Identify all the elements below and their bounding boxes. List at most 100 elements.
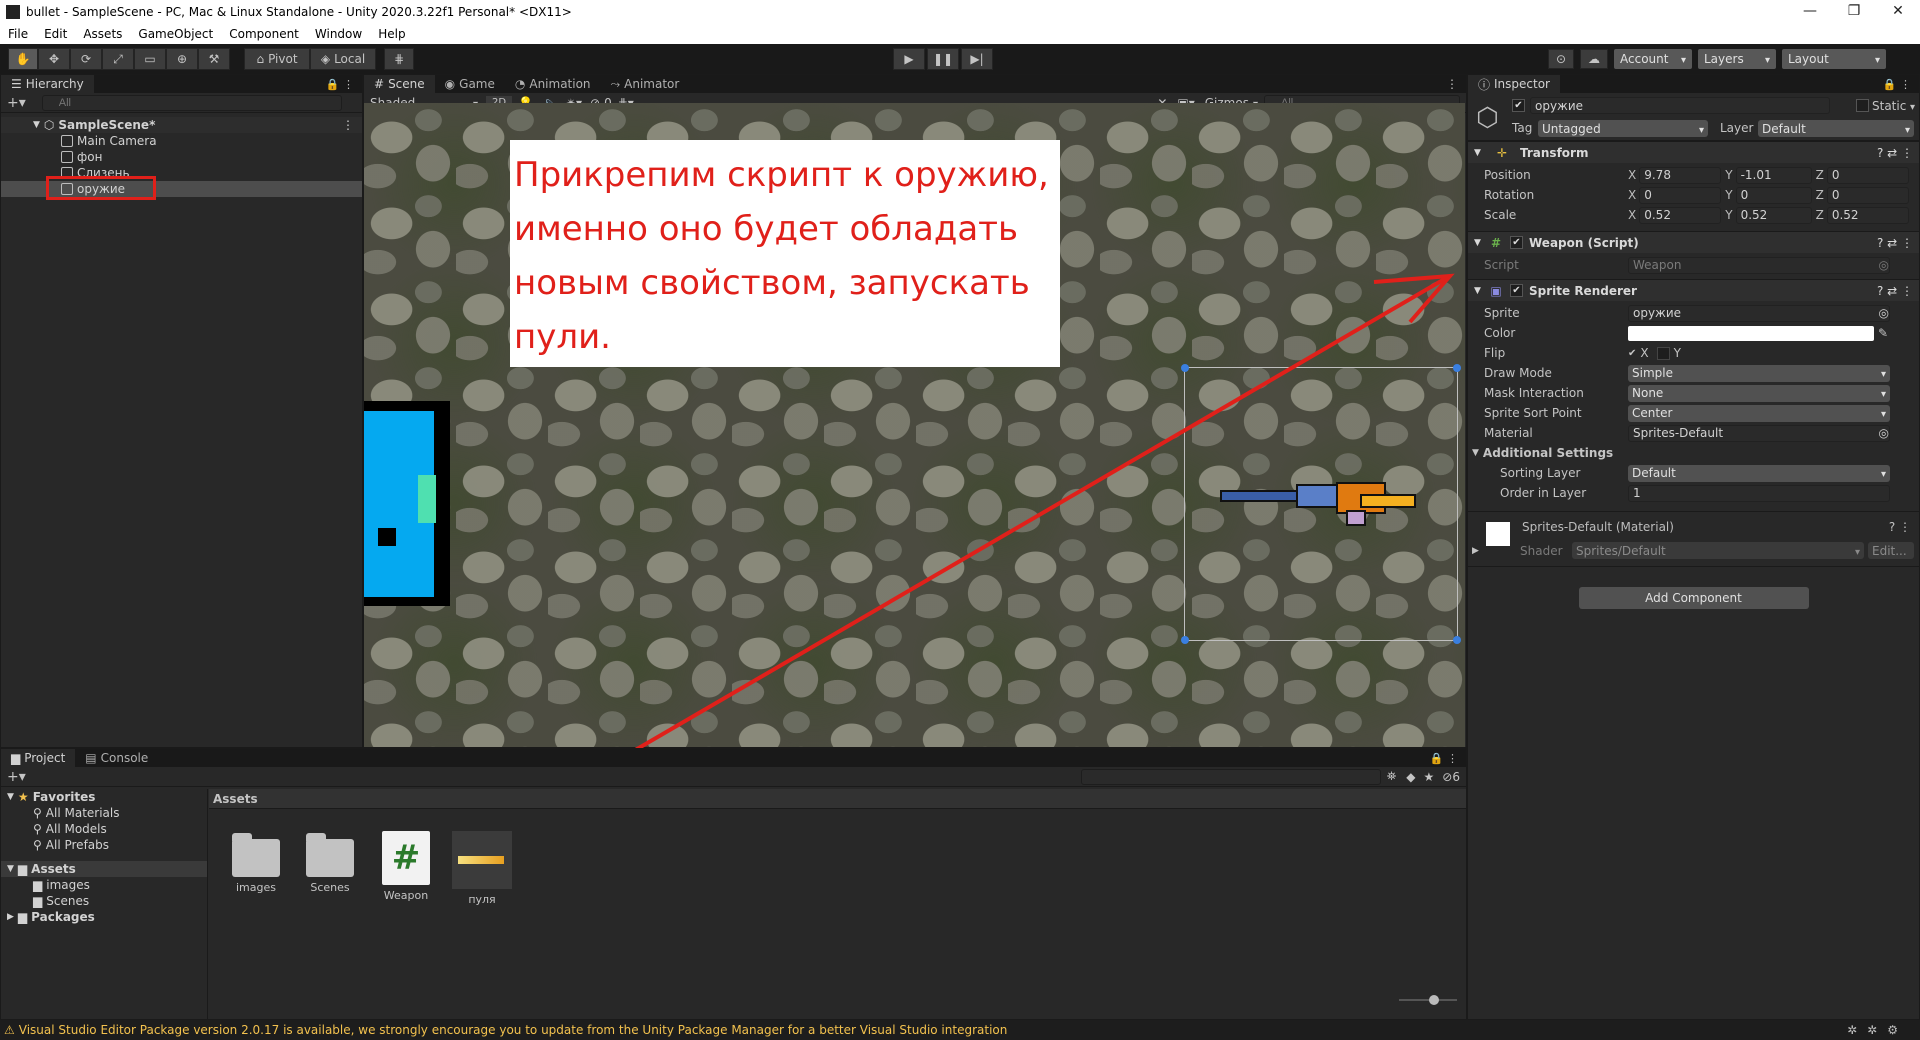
position-x-field[interactable]: 9.78	[1639, 166, 1722, 184]
create-asset-button[interactable]: +▾	[1, 769, 32, 785]
menu-window[interactable]: Window	[307, 24, 370, 44]
additional-settings-foldout[interactable]: ▼ Additional Settings	[1468, 443, 1919, 463]
sprite-field[interactable]: оружие ◎	[1628, 304, 1890, 322]
add-component-button[interactable]: Add Component	[1578, 587, 1809, 609]
scene-root-item[interactable]: ▼ ⬡ SampleScene* ⋮	[1, 117, 362, 133]
tab-animator[interactable]: ⤳ Animator	[600, 75, 690, 93]
pivot-toggle[interactable]: ⌂ Pivot	[244, 48, 310, 70]
minimize-button[interactable]: —	[1788, 0, 1832, 24]
scale-y-field[interactable]: 0.52	[1735, 206, 1812, 224]
expand-arrow-icon[interactable]: ▶	[1472, 546, 1479, 556]
expand-arrow-icon[interactable]: ▶	[7, 912, 14, 922]
transform-tool-icon[interactable]: ⊕	[166, 48, 198, 70]
position-z-field[interactable]: 0	[1826, 166, 1909, 184]
hierarchy-item-fon[interactable]: фон	[1, 149, 362, 165]
menu-component[interactable]: Component	[221, 24, 307, 44]
scene-viewport[interactable]: Прикрепим скрипт к оружию, именно оно бу…	[364, 103, 1465, 747]
tab-animation[interactable]: ◔ Animation	[504, 75, 601, 93]
menu-gameobject[interactable]: GameObject	[130, 24, 221, 44]
order-field[interactable]: 1	[1628, 484, 1890, 502]
menu-edit[interactable]: Edit	[36, 24, 75, 44]
account-dropdown[interactable]: Account	[1614, 49, 1692, 69]
draw-mode-dropdown[interactable]: Simple	[1628, 364, 1890, 382]
transform-header[interactable]: ▼ ✛ Transform ? ⇄ ⋮	[1468, 141, 1919, 163]
active-checkbox[interactable]: ✔	[1512, 99, 1525, 112]
layers-dropdown[interactable]: Layers	[1698, 49, 1776, 69]
menu-file[interactable]: File	[0, 24, 36, 44]
play-button[interactable]: ▶	[893, 48, 925, 70]
component-menu-icons[interactable]: ? ⇄ ⋮	[1877, 236, 1919, 250]
menu-help[interactable]: Help	[370, 24, 413, 44]
tab-project[interactable]: ▆ Project	[1, 749, 76, 767]
collab-icon[interactable]: ⊙	[1548, 49, 1574, 69]
add-object-button[interactable]: +▾	[1, 95, 32, 111]
layer-dropdown[interactable]: Default	[1758, 120, 1914, 137]
status-icons[interactable]: ✲✲⚙	[1847, 1023, 1920, 1037]
flip-y-checkbox[interactable]	[1656, 346, 1670, 360]
expand-arrow-icon[interactable]: ▼	[1468, 286, 1484, 296]
favorite-all-prefabs[interactable]: ⚲ All Prefabs	[1, 837, 207, 853]
color-swatch[interactable]	[1628, 325, 1874, 341]
hidden-packages-icon[interactable]: ⊘6	[1438, 770, 1466, 784]
asset-item-weapon-script[interactable]: # Weapon	[371, 831, 441, 902]
tab-scene[interactable]: # Scene	[364, 75, 435, 93]
eyedropper-icon[interactable]: ✎	[1878, 326, 1888, 340]
custom-tool-icon[interactable]: ⚒	[198, 48, 230, 70]
flip-x-checkbox[interactable]: ✔	[1628, 348, 1636, 359]
expand-arrow-icon[interactable]: ▼	[1472, 448, 1479, 458]
tab-console[interactable]: ▤ Console	[75, 749, 159, 767]
step-button[interactable]: ▶|	[961, 48, 993, 70]
layout-dropdown[interactable]: Layout	[1782, 49, 1886, 69]
favorite-all-materials[interactable]: ⚲ All Materials	[1, 805, 207, 821]
assets-root-item[interactable]: ▼ ▆ Assets	[1, 861, 207, 877]
status-message[interactable]: Visual Studio Editor Package version 2.0…	[19, 1023, 1008, 1037]
sorting-layer-dropdown[interactable]: Default	[1628, 464, 1890, 482]
sprite-renderer-header[interactable]: ▼ ▣ ✔ Sprite Renderer ? ⇄ ⋮	[1468, 279, 1919, 301]
tag-dropdown[interactable]: Untagged	[1538, 120, 1708, 137]
rotate-tool-icon[interactable]: ⟳	[70, 48, 102, 70]
scale-tool-icon[interactable]: ⤢	[102, 48, 134, 70]
component-menu-icons[interactable]: ? ⇄ ⋮	[1877, 146, 1919, 160]
mask-dropdown[interactable]: None	[1628, 384, 1890, 402]
close-button[interactable]: ✕	[1876, 0, 1920, 24]
sort-point-dropdown[interactable]: Center	[1628, 404, 1890, 422]
scene-menu-icon[interactable]: ⋮	[342, 118, 362, 132]
weapon-sprite[interactable]	[1220, 480, 1420, 530]
asset-item-bullet[interactable]: пуля	[447, 831, 517, 906]
scale-z-field[interactable]: 0.52	[1826, 206, 1909, 224]
folder-item-scenes[interactable]: ▆ Scenes	[1, 893, 207, 909]
rect-handle[interactable]	[1453, 636, 1461, 644]
expand-arrow-icon[interactable]: ▼	[1468, 238, 1484, 248]
panel-menu-icon[interactable]: 🔒 ⋮	[1422, 752, 1466, 767]
favorite-all-models[interactable]: ⚲ All Models	[1, 821, 207, 837]
scale-x-field[interactable]: 0.52	[1639, 206, 1722, 224]
search-by-label-icon[interactable]: ◆	[1402, 770, 1419, 784]
expand-arrow-icon[interactable]: ▼	[1468, 148, 1484, 158]
asset-item-scenes[interactable]: Scenes	[295, 831, 365, 894]
rect-tool-icon[interactable]: ▭	[134, 48, 166, 70]
expand-arrow-icon[interactable]: ▼	[33, 120, 40, 130]
folder-item-images[interactable]: ▆ images	[1, 877, 207, 893]
object-name-field[interactable]: оружие	[1530, 97, 1830, 114]
slime-sprite[interactable]	[364, 401, 450, 606]
panel-menu-icon[interactable]: 🔒 ⋮	[1875, 78, 1919, 93]
favorites-item[interactable]: ▼ ★ Favorites	[1, 789, 207, 805]
rotation-y-field[interactable]: 0	[1735, 186, 1812, 204]
asset-item-images[interactable]: images	[221, 831, 291, 894]
slider-handle[interactable]	[1429, 995, 1439, 1005]
tab-inspector[interactable]: ⓘ Inspector	[1468, 75, 1560, 93]
shader-dropdown[interactable]: Sprites/Default	[1572, 542, 1864, 559]
rotation-z-field[interactable]: 0	[1826, 186, 1909, 204]
hierarchy-search-input[interactable]	[41, 94, 342, 111]
material-field[interactable]: Sprites-Default ◎	[1628, 424, 1890, 442]
project-search-input[interactable]	[1080, 768, 1381, 785]
object-picker-icon[interactable]: ◎	[1879, 426, 1889, 440]
static-checkbox[interactable]	[1856, 99, 1869, 112]
menu-assets[interactable]: Assets	[75, 24, 130, 44]
component-enabled-checkbox[interactable]: ✔	[1510, 236, 1523, 249]
component-menu-icons[interactable]: ? ⇄ ⋮	[1877, 284, 1919, 298]
packages-item[interactable]: ▶ ▆ Packages	[1, 909, 207, 925]
maximize-button[interactable]: ❐	[1832, 0, 1876, 24]
panel-menu-icon[interactable]: ⋮	[1438, 77, 1466, 93]
position-y-field[interactable]: -1.01	[1735, 166, 1812, 184]
